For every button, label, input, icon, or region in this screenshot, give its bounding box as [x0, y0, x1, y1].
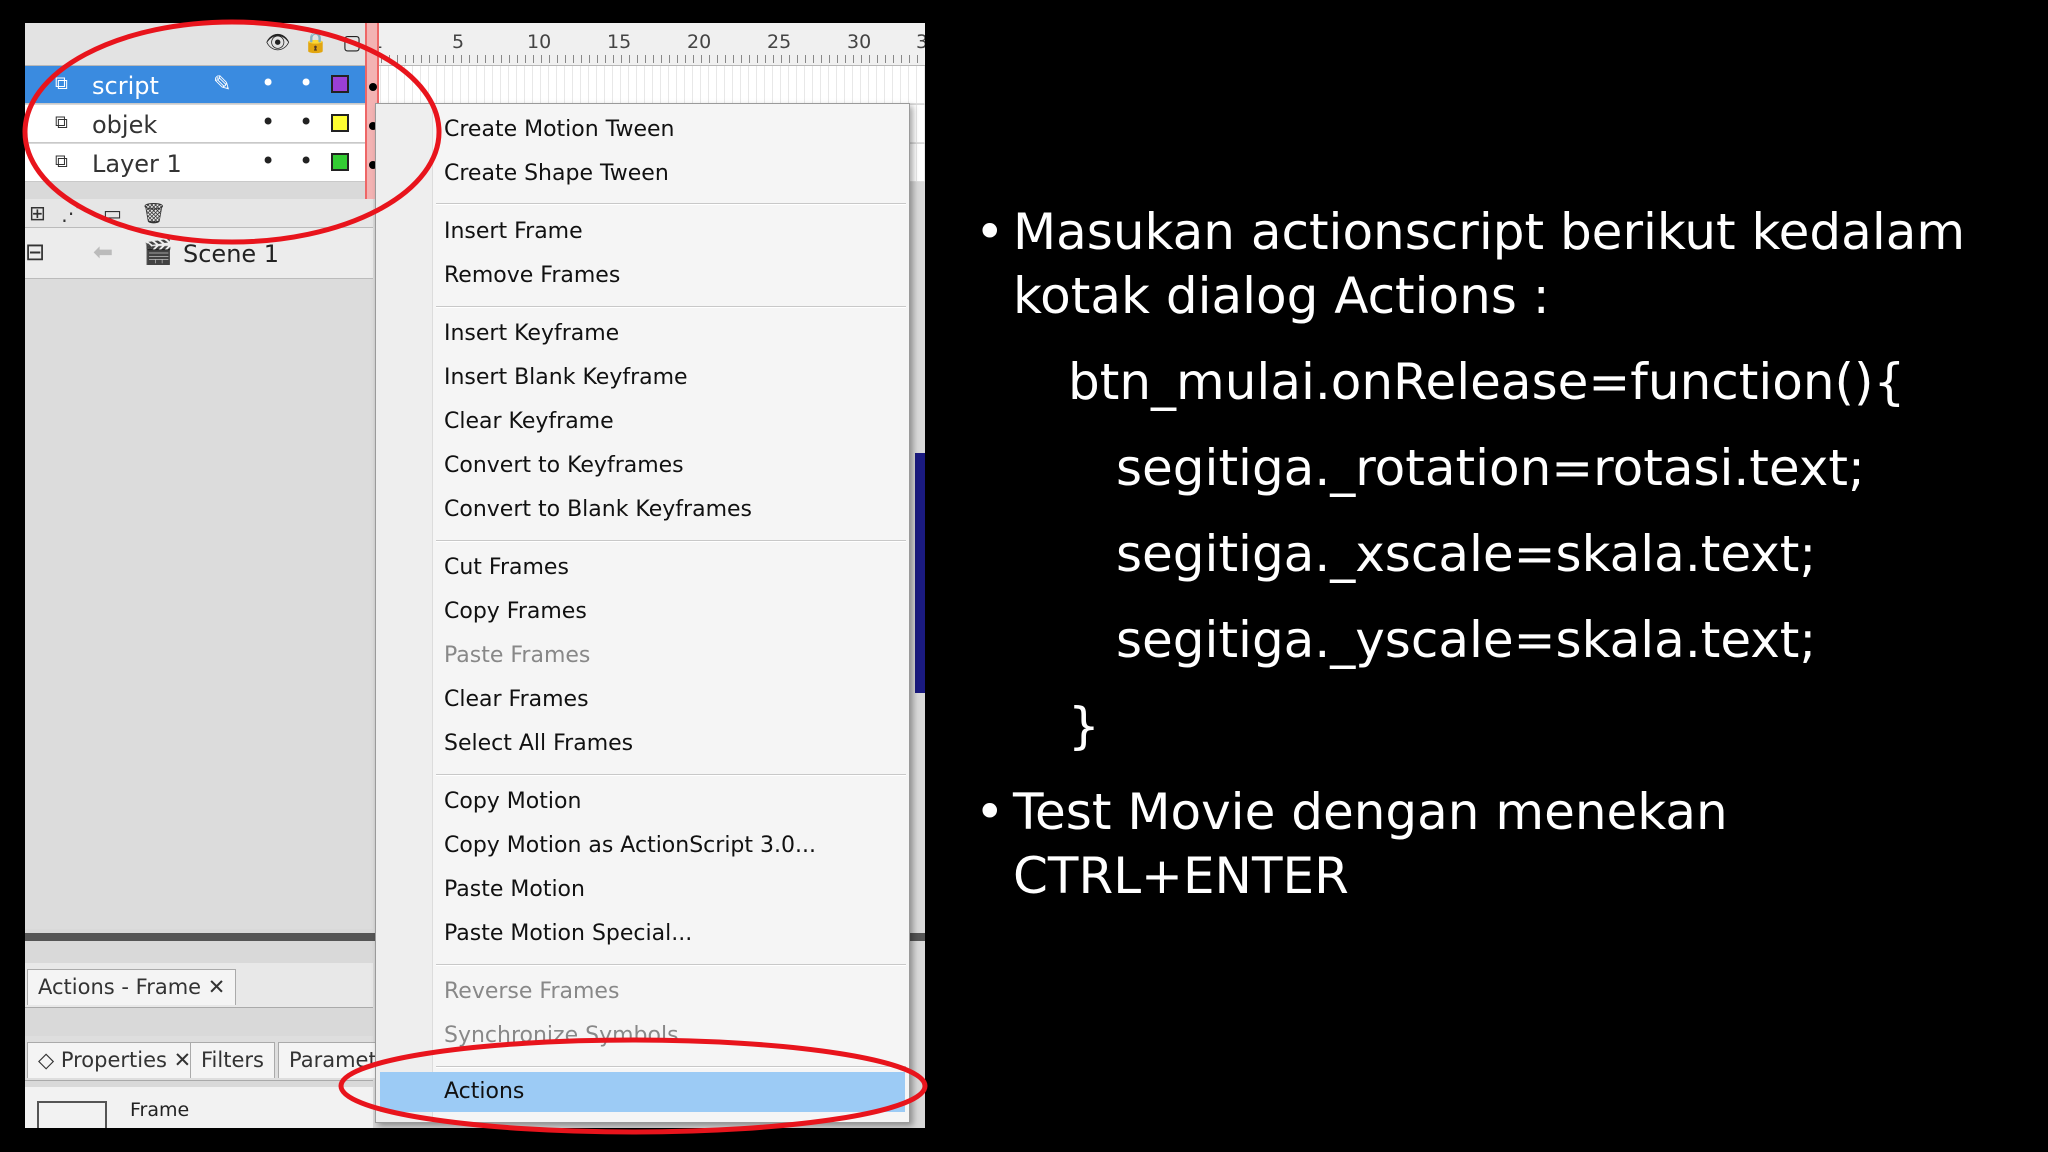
trash-icon[interactable]: 🗑 — [141, 201, 166, 225]
bullet-text: Masukan actionscript berikut kedalam kot… — [1013, 203, 1966, 325]
menu-item-actions[interactable]: Actions — [380, 1072, 905, 1112]
layer-name: Layer 1 — [92, 150, 182, 178]
ruler-tick: 5 — [452, 31, 465, 53]
menu-item-convert-to-keyframes[interactable]: Convert to Keyframes — [376, 446, 909, 486]
menu-item-paste-motion[interactable]: Paste Motion — [376, 870, 909, 910]
tab-label: Filters — [201, 1048, 264, 1072]
menu-item-cut-frames[interactable]: Cut Frames — [376, 548, 909, 588]
lock-icon[interactable]: 🔒 — [303, 31, 328, 53]
menu-item-insert-frame[interactable]: Insert Frame — [376, 212, 909, 252]
menu-item-copy-motion[interactable]: Copy Motion — [376, 782, 909, 822]
properties-panel: Frame — [25, 1087, 373, 1128]
outline-icon[interactable]: ▢ — [341, 31, 363, 53]
ruler-tick: 20 — [687, 31, 712, 53]
code-line: segitiga._xscale=skala.text; — [1116, 525, 1817, 583]
bullet-text: Test Movie dengan menekan CTRL+ENTER — [1013, 783, 1728, 905]
layer-color-swatch[interactable] — [331, 75, 349, 93]
visibility-dot[interactable]: • — [261, 69, 275, 97]
layer-row-layer-1[interactable]: ⧉ Layer 1 • • — [25, 144, 373, 182]
frame-icon — [37, 1101, 107, 1128]
layer-icon: ⧉ — [55, 73, 68, 94]
menu-item-reverse-frames[interactable]: Reverse Frames — [376, 972, 909, 1012]
menu-separator — [436, 203, 906, 205]
tab-filters[interactable]: Filters — [190, 1042, 275, 1078]
layer-row-objek[interactable]: ⧉ objek • • — [25, 105, 373, 143]
menu-item-copy-motion-as-actionscript[interactable]: Copy Motion as ActionScript 3.0... — [376, 826, 909, 866]
menu-separator — [436, 774, 906, 776]
close-icon[interactable]: ✕ — [208, 975, 226, 999]
scene-label[interactable]: Scene 1 — [183, 240, 279, 268]
layer-row-script[interactable]: ⧉ script ✎ • • — [25, 66, 373, 104]
layer-icon: ⧉ — [55, 151, 68, 172]
stage-graphic — [915, 453, 925, 693]
bullet-symbol: • — [975, 203, 1005, 261]
tab-actions-frame[interactable]: Actions - Frame ✕ — [27, 969, 237, 1005]
menu-item-copy-frames[interactable]: Copy Frames — [376, 592, 909, 632]
menu-separator — [436, 540, 906, 542]
menu-item-create-shape-tween[interactable]: Create Shape Tween — [376, 154, 909, 194]
layer-icon: ⧉ — [55, 112, 68, 133]
frame-row[interactable] — [373, 66, 925, 104]
timeline-ruler[interactable]: 1 5 10 15 20 25 30 35 — [371, 23, 925, 65]
close-icon[interactable]: ✕ — [167, 1048, 192, 1072]
ruler-tick-marks — [373, 55, 925, 63]
scene-bar: ⊟ ⬅ 🎬 Scene 1 — [25, 228, 373, 279]
code-line: segitiga._yscale=skala.text; — [1116, 611, 1817, 669]
new-folder-icon[interactable]: ▭ — [103, 201, 122, 225]
code-line: } — [1068, 697, 1100, 755]
menu-separator — [436, 1066, 906, 1068]
ruler-tick: 25 — [767, 31, 792, 53]
ruler-tick: 30 — [847, 31, 872, 53]
menu-item-remove-frames[interactable]: Remove Frames — [376, 256, 909, 296]
bullet-symbol: • — [975, 783, 1005, 841]
menu-item-synchronize-symbols[interactable]: Synchronize Symbols — [376, 1016, 909, 1056]
new-layer-icon[interactable]: ⊞ — [29, 201, 46, 225]
collapse-icon[interactable]: ◇ — [38, 1048, 61, 1072]
menu-item-clear-frames[interactable]: Clear Frames — [376, 680, 909, 720]
ruler-tick: 35 — [916, 31, 925, 53]
ruler-tick: 10 — [527, 31, 552, 53]
layer-name: objek — [92, 111, 158, 139]
visibility-dot[interactable]: • — [261, 147, 275, 175]
menu-separator — [436, 306, 906, 308]
stage-area[interactable] — [25, 279, 373, 929]
tab-label: Properties — [60, 1048, 167, 1072]
timeline-footer: ⊞ ⋰ ▭ 🗑 — [25, 199, 373, 228]
lock-dot[interactable]: • — [299, 108, 313, 136]
properties-tabbar: ◇ Properties ✕ Filters Paramet — [25, 1036, 388, 1081]
lock-dot[interactable]: • — [299, 147, 313, 175]
clapper-icon: 🎬 — [143, 238, 173, 266]
menu-item-paste-motion-special[interactable]: Paste Motion Special... — [376, 914, 909, 954]
menu-item-create-motion-tween[interactable]: Create Motion Tween — [376, 110, 909, 150]
lock-dot[interactable]: • — [299, 69, 313, 97]
layer-name: script — [92, 72, 159, 100]
menu-item-insert-blank-keyframe[interactable]: Insert Blank Keyframe — [376, 358, 909, 398]
ruler-tick: 15 — [607, 31, 632, 53]
code-line: segitiga._rotation=rotasi.text; — [1116, 439, 1865, 497]
code-line: btn_mulai.onRelease=function(){ — [1068, 353, 1906, 411]
tab-properties[interactable]: ◇ Properties ✕ — [27, 1042, 203, 1078]
back-arrow-icon[interactable]: ⬅ — [93, 238, 113, 266]
add-guide-icon[interactable]: ⋰ — [61, 201, 81, 225]
keyframe[interactable] — [369, 83, 377, 91]
tab-parameters[interactable]: Paramet — [278, 1042, 388, 1078]
menu-separator — [436, 964, 906, 966]
actions-tabbar: Actions - Frame ✕ — [25, 963, 373, 1008]
pencil-icon: ✎ — [213, 72, 232, 97]
tab-label: Paramet — [289, 1048, 377, 1072]
visibility-dot[interactable]: • — [261, 108, 275, 136]
layer-color-swatch[interactable] — [331, 153, 349, 171]
context-menu: Create Motion Tween Create Shape Tween I… — [375, 103, 910, 1123]
frame-label: Frame — [130, 1099, 190, 1121]
menu-item-insert-keyframe[interactable]: Insert Keyframe — [376, 314, 909, 354]
menu-item-clear-keyframe[interactable]: Clear Keyframe — [376, 402, 909, 442]
tab-label: Actions - Frame — [38, 975, 202, 999]
timeline-toggle-icon[interactable]: ⊟ — [25, 238, 45, 266]
layer-color-swatch[interactable] — [331, 114, 349, 132]
eye-icon[interactable]: 👁 — [265, 31, 290, 53]
menu-item-paste-frames[interactable]: Paste Frames — [376, 636, 909, 676]
menu-item-select-all-frames[interactable]: Select All Frames — [376, 724, 909, 764]
menu-item-convert-to-blank-keyframes[interactable]: Convert to Blank Keyframes — [376, 490, 909, 530]
